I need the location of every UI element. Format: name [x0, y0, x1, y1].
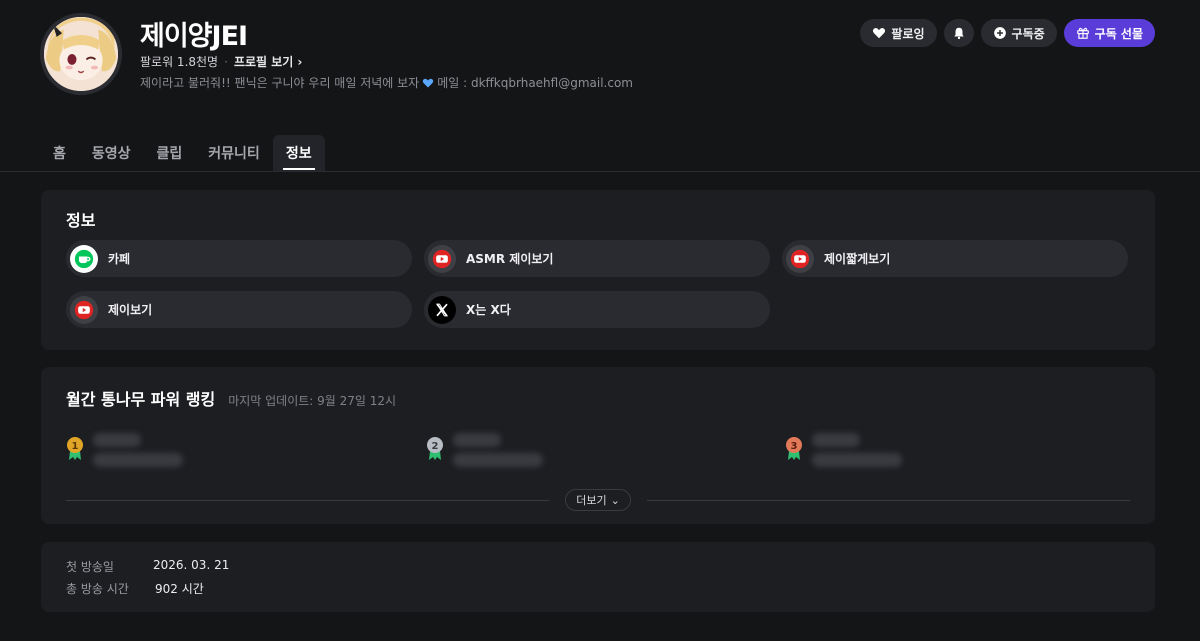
- separator-dot: ·: [224, 54, 228, 69]
- rank-item-3[interactable]: 3: [784, 429, 902, 467]
- blurred-user-1: [93, 433, 183, 467]
- blurred-user-2: [453, 433, 543, 467]
- tab-videos[interactable]: 동영상: [79, 135, 144, 171]
- channel-avatar[interactable]: [40, 13, 122, 95]
- rank-number: 1: [72, 441, 79, 452]
- gold-medal-icon: 1: [67, 437, 83, 460]
- link-list: 카페 ASMR 제이보기 제이짧게보기 제이보기 X는 X다: [66, 240, 1128, 328]
- info-title: 정보: [66, 211, 96, 230]
- ranking-list: 1 2 3: [65, 429, 1145, 479]
- follow-button[interactable]: 팔로잉: [860, 19, 937, 47]
- bronze-medal-icon: 3: [786, 437, 802, 460]
- link-x-label: X는 X다: [466, 303, 511, 317]
- cafe-icon: [70, 244, 98, 273]
- first-broadcast-value: 2026. 03. 21: [153, 558, 230, 572]
- youtube-icon: [428, 244, 456, 273]
- x-icon: [428, 295, 456, 324]
- tab-info[interactable]: 정보: [272, 135, 325, 171]
- link-shorts-label: 제이짧게보기: [824, 252, 891, 266]
- divider-left: [66, 499, 550, 501]
- link-main-youtube[interactable]: 제이보기: [66, 291, 412, 328]
- link-asmr-youtube[interactable]: ASMR 제이보기: [424, 240, 770, 277]
- youtube-icon: [786, 244, 814, 273]
- link-cafe-label: 카페: [108, 252, 131, 266]
- tab-community[interactable]: 커뮤니티: [195, 135, 273, 171]
- subscribe-label: 구독중: [1011, 26, 1045, 41]
- gift-label: 구독 선물: [1094, 26, 1143, 41]
- divider-right: [646, 499, 1130, 501]
- info-card: 정보 카페 ASMR 제이보기 제이짧게보기 제이보기 X는 X다: [41, 190, 1155, 350]
- gift-icon: [1076, 27, 1089, 39]
- broadcast-stats-card: 첫 방송일 2026. 03. 21 총 방송 시간 902 시간: [41, 542, 1155, 612]
- notification-button[interactable]: [943, 19, 974, 47]
- chevron-down-icon: ⌄: [610, 493, 620, 507]
- channel-meta: 팔로워 1.8천명 · 프로필 보기 ›: [140, 53, 302, 70]
- tab-clips[interactable]: 클립: [144, 135, 196, 171]
- silver-medal-icon: 2: [427, 437, 443, 460]
- subscribe-button[interactable]: 구독중: [980, 19, 1057, 47]
- total-broadcast-label: 총 방송 시간: [66, 582, 129, 596]
- email-text: 메일 : dkffkqbrhaehfl@gmail.com: [437, 76, 633, 90]
- chevron-right-icon: ›: [297, 54, 303, 69]
- more-label: 더보기: [576, 494, 607, 507]
- rank-number: 2: [432, 441, 439, 452]
- follow-label: 팔로잉: [891, 26, 925, 41]
- link-x[interactable]: X는 X다: [424, 291, 770, 328]
- tabs-divider: [0, 171, 1200, 172]
- heart-icon: [873, 28, 886, 39]
- profile-link-label: 프로필 보기: [233, 55, 294, 69]
- profile-link[interactable]: 프로필 보기 ›: [234, 53, 302, 70]
- link-asmr-label: ASMR 제이보기: [466, 252, 554, 266]
- rank-item-2[interactable]: 2: [425, 429, 543, 467]
- blurred-user-3: [812, 433, 902, 467]
- rank-item-1[interactable]: 1: [65, 429, 183, 467]
- link-shorts-youtube[interactable]: 제이짧게보기: [782, 240, 1128, 277]
- channel-tabs: 홈 동영상 클립 커뮤니티 정보: [40, 135, 325, 171]
- first-broadcast-row: 첫 방송일 2026. 03. 21: [66, 558, 229, 575]
- link-main-label: 제이보기: [108, 303, 153, 317]
- ranking-card: 월간 통나무 파워 랭킹 마지막 업데이트: 9월 27일 12시 1 2 3 …: [41, 367, 1155, 524]
- blue-heart-icon: [423, 78, 434, 87]
- follower-count: 팔로워 1.8천명: [140, 55, 219, 69]
- first-broadcast-label: 첫 방송일: [66, 560, 114, 574]
- tab-home[interactable]: 홈: [40, 135, 79, 171]
- total-broadcast-value: 902 시간: [155, 582, 204, 596]
- plus-circle-icon: [993, 27, 1006, 39]
- total-broadcast-row: 총 방송 시간 902 시간: [66, 580, 204, 597]
- ranking-header: 월간 통나무 파워 랭킹 마지막 업데이트: 9월 27일 12시: [66, 386, 396, 410]
- rank-number: 3: [791, 441, 798, 452]
- channel-bio: 제이라고 불러줘!! 팬닉은 구니야 우리 매일 저녁에 보자 메일 : dkf…: [140, 74, 633, 91]
- more-row: 더보기 ⌄: [66, 489, 1130, 511]
- ranking-title: 월간 통나무 파워 랭킹: [66, 390, 216, 409]
- bell-icon: [953, 27, 964, 40]
- link-cafe[interactable]: 카페: [66, 240, 412, 277]
- channel-name: 제이양JEI: [140, 21, 248, 52]
- avatar-image: [44, 17, 118, 91]
- more-button[interactable]: 더보기 ⌄: [565, 489, 631, 511]
- bio-text: 제이라고 불러줘!! 팬닉은 구니야 우리 매일 저녁에 보자: [140, 76, 420, 90]
- channel-actions: 팔로잉 구독중 구독 선물: [860, 19, 1155, 47]
- youtube-icon: [70, 295, 98, 324]
- gift-subscription-button[interactable]: 구독 선물: [1063, 19, 1155, 47]
- ranking-updated: 마지막 업데이트: 9월 27일 12시: [228, 394, 397, 408]
